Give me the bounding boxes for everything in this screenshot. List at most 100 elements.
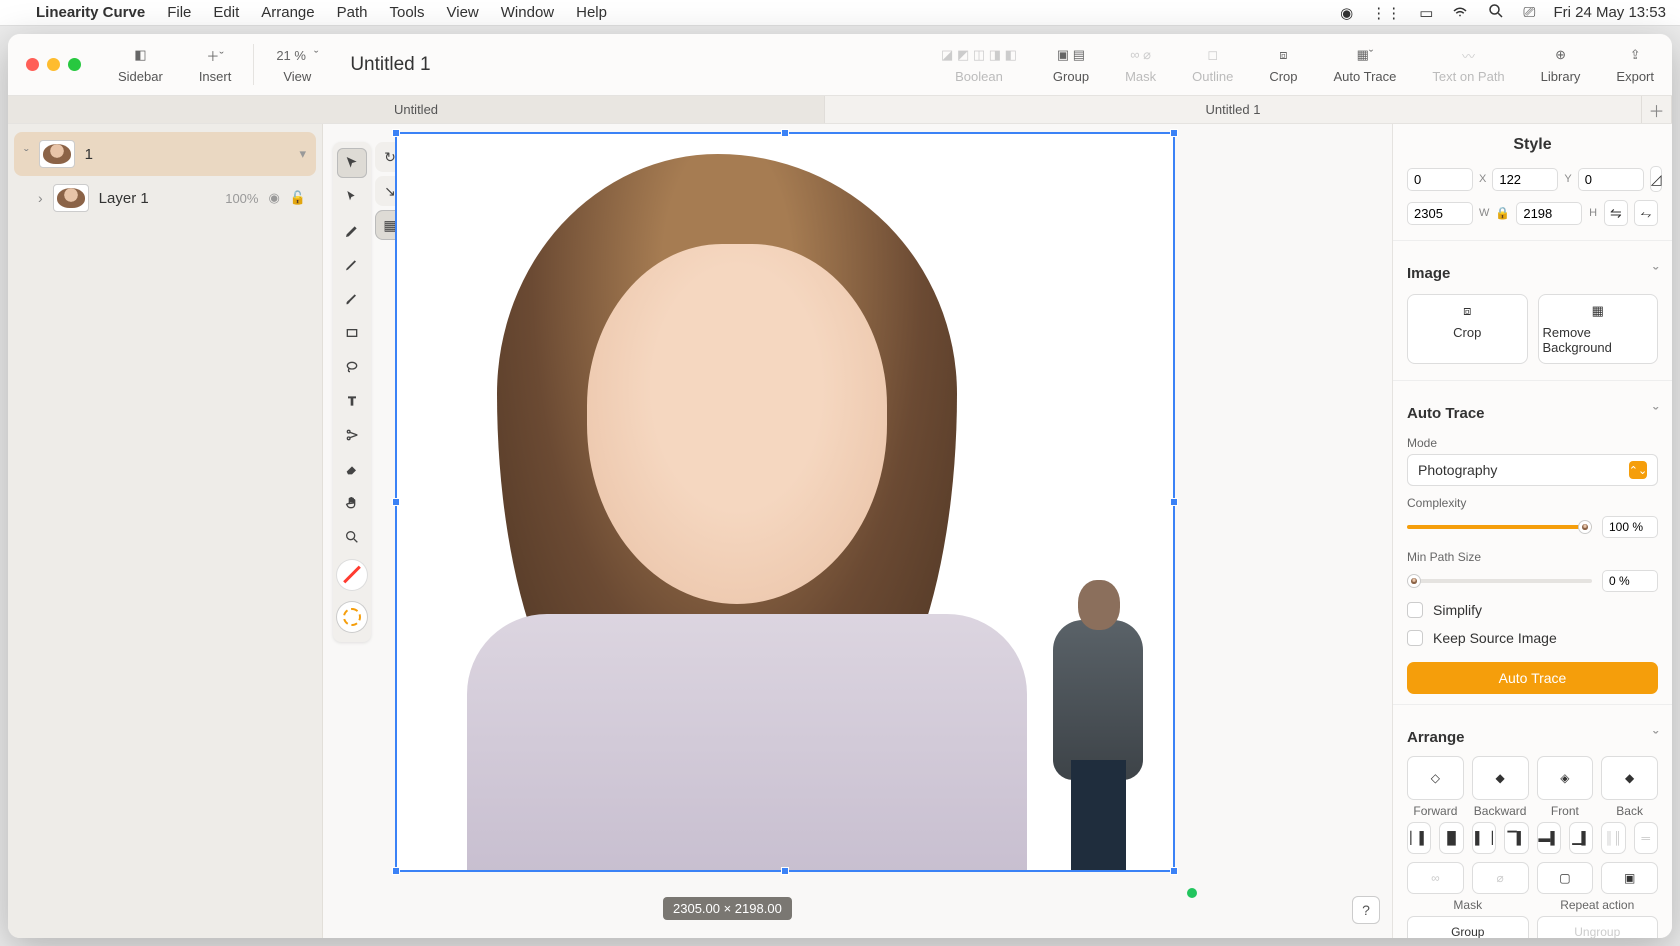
resize-handle[interactable] [392,867,400,875]
dots-icon[interactable]: ⋮⋮ [1371,4,1401,22]
forward-button[interactable]: ◇ [1407,756,1464,800]
outline-tool[interactable]: ◻ Outline [1174,34,1251,95]
distribute-h-button[interactable]: ║║ [1601,822,1625,854]
ungroup-button[interactable]: Ungroup [1537,916,1659,938]
chevron-right-icon[interactable]: › [38,190,43,206]
stroke-colorwell[interactable] [337,602,367,632]
x-field[interactable] [1407,168,1473,191]
complexity-value[interactable] [1602,516,1658,538]
zoom-control[interactable]: 21 %ˇ View [258,34,336,95]
mask-release-button[interactable]: ⌀ [1472,862,1529,894]
y-field[interactable] [1578,168,1644,191]
simplify-checkbox[interactable]: Simplify [1393,596,1672,624]
menu-tools[interactable]: Tools [389,4,424,21]
boolean-tool[interactable]: ◪ ◩ ◫ ◨ ◧ Boolean [923,34,1035,95]
complexity-slider[interactable] [1407,525,1592,529]
minimize-button[interactable] [47,58,60,71]
layer-row[interactable]: › Layer 1 100% ◉ 🔓 [14,176,316,220]
align-center-h-button[interactable]: ▐▌ [1439,822,1463,854]
remove-bg-button[interactable]: ▦Remove Background [1538,294,1659,364]
fill-colorwell[interactable] [337,560,367,590]
text-tool[interactable] [337,386,367,416]
resize-handle[interactable] [1170,498,1178,506]
mask-tool[interactable]: ∞ ⌀ Mask [1107,34,1174,95]
minpath-value[interactable] [1602,570,1658,592]
width-field[interactable] [1407,202,1473,225]
text-on-path-tool[interactable]: 〰 Text on Path [1414,34,1522,95]
tab-untitled[interactable]: Untitled [8,96,825,123]
chevron-down-icon[interactable]: ˇ [1653,405,1658,422]
search-icon[interactable] [1487,2,1505,24]
battery-icon[interactable]: ▭ [1419,4,1433,22]
chevron-down-icon[interactable]: ˇ [1653,729,1658,746]
rotation-field[interactable] [1492,168,1558,191]
insert-button[interactable]: ＋ˇ Insert [181,34,250,95]
chevron-down-icon[interactable]: ˇ [1653,265,1658,282]
flip-h-icon[interactable]: ⇋ [1604,200,1628,226]
align-center-v-button[interactable]: ▬▌ [1537,822,1561,854]
auto-trace-tool[interactable]: ▦ˇ Auto Trace [1316,34,1415,95]
resize-handle[interactable] [392,129,400,137]
rotation-handle[interactable] [1187,888,1197,898]
screenrec-icon[interactable]: ◉ [1340,4,1353,22]
resize-handle[interactable] [781,867,789,875]
brush-tool[interactable] [337,284,367,314]
wifi-icon[interactable] [1451,2,1469,24]
auto-trace-button[interactable]: Auto Trace [1407,662,1658,694]
help-button[interactable]: ? [1352,896,1380,924]
back-button[interactable]: ◆ [1601,756,1658,800]
repeat-button[interactable]: ▢ [1537,862,1594,894]
pen-tool[interactable] [337,216,367,246]
close-button[interactable] [26,58,39,71]
pencil-tool[interactable] [337,250,367,280]
library-button[interactable]: ⊕ Library [1523,34,1599,95]
crop-button[interactable]: ⧈Crop [1407,294,1528,364]
repeat-radial-button[interactable]: ▣ [1601,862,1658,894]
layer-group[interactable]: ˇ 1 ▾ [14,132,316,176]
menu-window[interactable]: Window [501,4,554,21]
backward-button[interactable]: ◆ [1472,756,1529,800]
control-center-icon[interactable]: ⎚ [1523,4,1535,21]
distribute-v-button[interactable]: ═ [1634,822,1658,854]
menu-help[interactable]: Help [576,4,607,21]
eraser-tool[interactable] [337,454,367,484]
hand-tool[interactable] [337,488,367,518]
keep-source-checkbox[interactable]: Keep Source Image [1393,624,1672,652]
menu-view[interactable]: View [447,4,479,21]
datetime[interactable]: Fri 24 May 13:53 [1553,4,1666,21]
shape-tool[interactable] [337,318,367,348]
slider-thumb[interactable] [1578,520,1592,534]
resize-handle[interactable] [1170,867,1178,875]
app-name[interactable]: Linearity Curve [36,4,145,21]
lasso-tool[interactable] [337,352,367,382]
zoom-tool[interactable] [337,522,367,552]
align-top-button[interactable]: ▔▌ [1504,822,1528,854]
group-tool[interactable]: ▣ ▤ Group [1035,34,1107,95]
scissors-tool[interactable] [337,420,367,450]
lock-icon[interactable]: 🔓 [290,190,306,206]
node-tool[interactable] [337,182,367,212]
align-right-button[interactable]: ▌▕ [1472,822,1496,854]
visibility-icon[interactable]: ◉ [268,190,279,206]
flip-v-icon[interactable]: ⥊ [1634,200,1658,226]
minpath-slider[interactable] [1407,579,1592,583]
zoom-button[interactable] [68,58,81,71]
height-field[interactable] [1516,202,1582,225]
lock-aspect-icon[interactable]: 🔒 [1495,206,1510,220]
tab-untitled-1[interactable]: Untitled 1 [825,96,1642,123]
label-icon[interactable]: ▾ [299,146,306,162]
chevron-down-icon[interactable]: ˇ [24,146,29,162]
menu-file[interactable]: File [167,4,191,21]
align-left-button[interactable]: ▏▌ [1407,822,1431,854]
align-bottom-button[interactable]: ▁▌ [1569,822,1593,854]
slider-thumb[interactable] [1407,574,1421,588]
export-button[interactable]: ⇪ Export [1598,34,1672,95]
resize-handle[interactable] [392,498,400,506]
mode-select[interactable]: Photography ⌃⌄ [1407,454,1658,486]
sidebar-toggle[interactable]: ◧ Sidebar [100,34,181,95]
mask-create-button[interactable]: ∞ [1407,862,1464,894]
crop-tool[interactable]: ⧈ Crop [1251,34,1315,95]
resize-handle[interactable] [781,129,789,137]
canvas[interactable]: ↻ ↘ ▦ [323,124,1392,938]
menu-arrange[interactable]: Arrange [261,4,314,21]
